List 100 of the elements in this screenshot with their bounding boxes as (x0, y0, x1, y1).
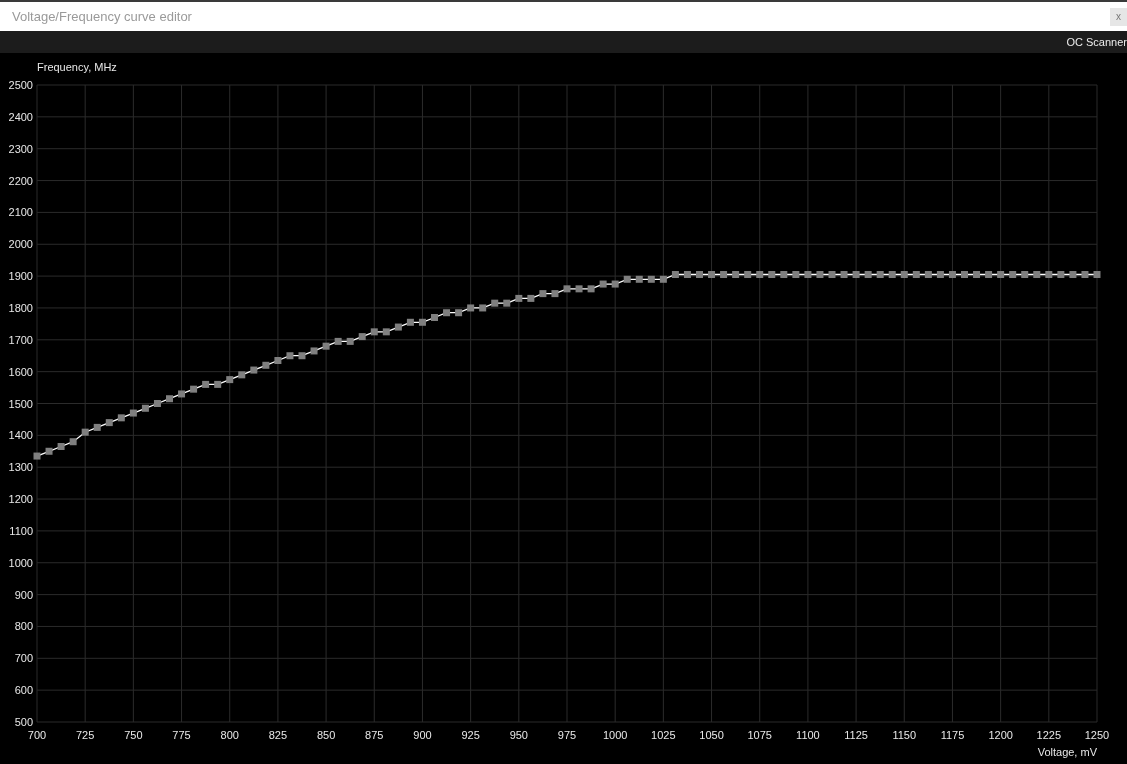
curve-point[interactable] (286, 352, 294, 360)
curve-point[interactable] (153, 400, 161, 407)
y-tick-label: 500 (14, 716, 33, 728)
curve-point[interactable] (792, 271, 800, 278)
curve-point[interactable] (527, 294, 535, 302)
curve-point[interactable] (768, 271, 776, 278)
curve-point[interactable] (358, 333, 366, 341)
curve-point[interactable] (503, 299, 511, 307)
curve-point[interactable] (1045, 271, 1053, 278)
curve-point[interactable] (852, 271, 860, 278)
curve-point[interactable] (250, 366, 258, 374)
curve-point[interactable] (1033, 271, 1041, 278)
curve-point[interactable] (732, 271, 740, 278)
curve-point[interactable] (708, 271, 716, 278)
curve-point[interactable] (370, 328, 378, 336)
curve-point[interactable] (418, 318, 426, 326)
curve-point[interactable] (117, 414, 125, 422)
curve-point[interactable] (394, 323, 402, 331)
curve-point[interactable] (912, 271, 920, 278)
curve-point[interactable] (382, 328, 390, 336)
x-tick-label: 750 (124, 729, 143, 741)
curve-point[interactable] (443, 309, 451, 317)
curve-point[interactable] (563, 285, 571, 293)
curve-point[interactable] (515, 294, 523, 302)
curve-point[interactable] (1021, 271, 1029, 278)
curve-point[interactable] (322, 342, 330, 350)
curve-point[interactable] (900, 271, 908, 278)
curve-point[interactable] (828, 271, 836, 278)
curve-point[interactable] (876, 271, 884, 278)
x-tick-label: 725 (76, 729, 95, 741)
curve-point[interactable] (69, 438, 77, 446)
curve-point[interactable] (298, 352, 306, 360)
curve-point[interactable] (647, 275, 655, 283)
curve-point[interactable] (467, 304, 475, 312)
curve-point[interactable] (45, 447, 53, 455)
oc-scanner-button[interactable]: OC Scanner (1062, 36, 1127, 48)
curve-point[interactable] (599, 280, 607, 288)
curve-point[interactable] (129, 409, 137, 417)
curve-point[interactable] (1057, 271, 1065, 278)
curve-point[interactable] (202, 380, 210, 388)
curve-point[interactable] (864, 271, 872, 278)
x-tick-label: 1175 (940, 729, 965, 741)
curve-point[interactable] (141, 404, 149, 412)
x-tick-label: 1250 (1084, 729, 1110, 741)
curve-point[interactable] (611, 280, 619, 288)
curve-point[interactable] (310, 347, 318, 355)
curve-point[interactable] (334, 337, 342, 345)
curve-point[interactable] (178, 390, 186, 398)
curve-point[interactable] (491, 299, 499, 307)
curve-point[interactable] (81, 428, 89, 436)
curve-point[interactable] (623, 275, 631, 283)
curve-point[interactable] (635, 275, 643, 283)
curve-point[interactable] (1009, 271, 1017, 278)
curve-point[interactable] (57, 443, 65, 450)
curve-point[interactable] (346, 337, 354, 345)
curve-point[interactable] (479, 304, 487, 312)
y-tick-label: 1200 (8, 493, 33, 506)
curve-point[interactable] (575, 285, 583, 293)
curve-point[interactable] (936, 271, 944, 278)
curve-point[interactable] (226, 376, 234, 384)
curve-point[interactable] (214, 380, 222, 388)
x-tick-label: 875 (365, 729, 384, 741)
curve-point[interactable] (166, 395, 173, 403)
curve-point[interactable] (888, 271, 896, 278)
curve-point[interactable] (551, 290, 559, 298)
curve-point[interactable] (33, 452, 41, 460)
window-title: Voltage/Frequency curve editor (12, 9, 192, 24)
curve-point[interactable] (93, 423, 101, 431)
curve-point[interactable] (262, 361, 270, 369)
x-tick-label: 775 (172, 729, 191, 741)
curve-point[interactable] (1069, 271, 1077, 278)
curve-point[interactable] (587, 285, 595, 293)
curve-point[interactable] (744, 271, 752, 278)
curve-point[interactable] (948, 271, 956, 278)
curve-point[interactable] (238, 371, 246, 379)
curve-point[interactable] (840, 271, 848, 278)
curve-point[interactable] (997, 271, 1005, 278)
close-button[interactable]: x (1110, 7, 1127, 26)
curve-point[interactable] (274, 357, 282, 364)
curve-point[interactable] (1081, 271, 1089, 278)
y-tick-label: 1900 (8, 270, 33, 283)
curve-point[interactable] (816, 271, 824, 278)
y-tick-label: 2200 (8, 174, 33, 187)
y-tick-label: 2000 (8, 238, 33, 251)
curve-point[interactable] (804, 271, 812, 278)
curve-point[interactable] (539, 290, 547, 298)
x-tick-label: 1025 (651, 729, 676, 741)
curve-point[interactable] (924, 271, 932, 278)
curve-point[interactable] (756, 271, 764, 278)
curve-point[interactable] (105, 419, 113, 427)
curve-point[interactable] (683, 271, 691, 278)
curve-point[interactable] (720, 271, 728, 278)
curve-point[interactable] (973, 271, 981, 278)
curve-point[interactable] (455, 309, 463, 317)
curve-point[interactable] (780, 271, 788, 278)
curve-point[interactable] (659, 275, 667, 283)
curve-point[interactable] (671, 271, 679, 278)
curve-point[interactable] (985, 271, 993, 278)
curve-point[interactable] (406, 318, 414, 326)
curve-point[interactable] (190, 385, 198, 393)
